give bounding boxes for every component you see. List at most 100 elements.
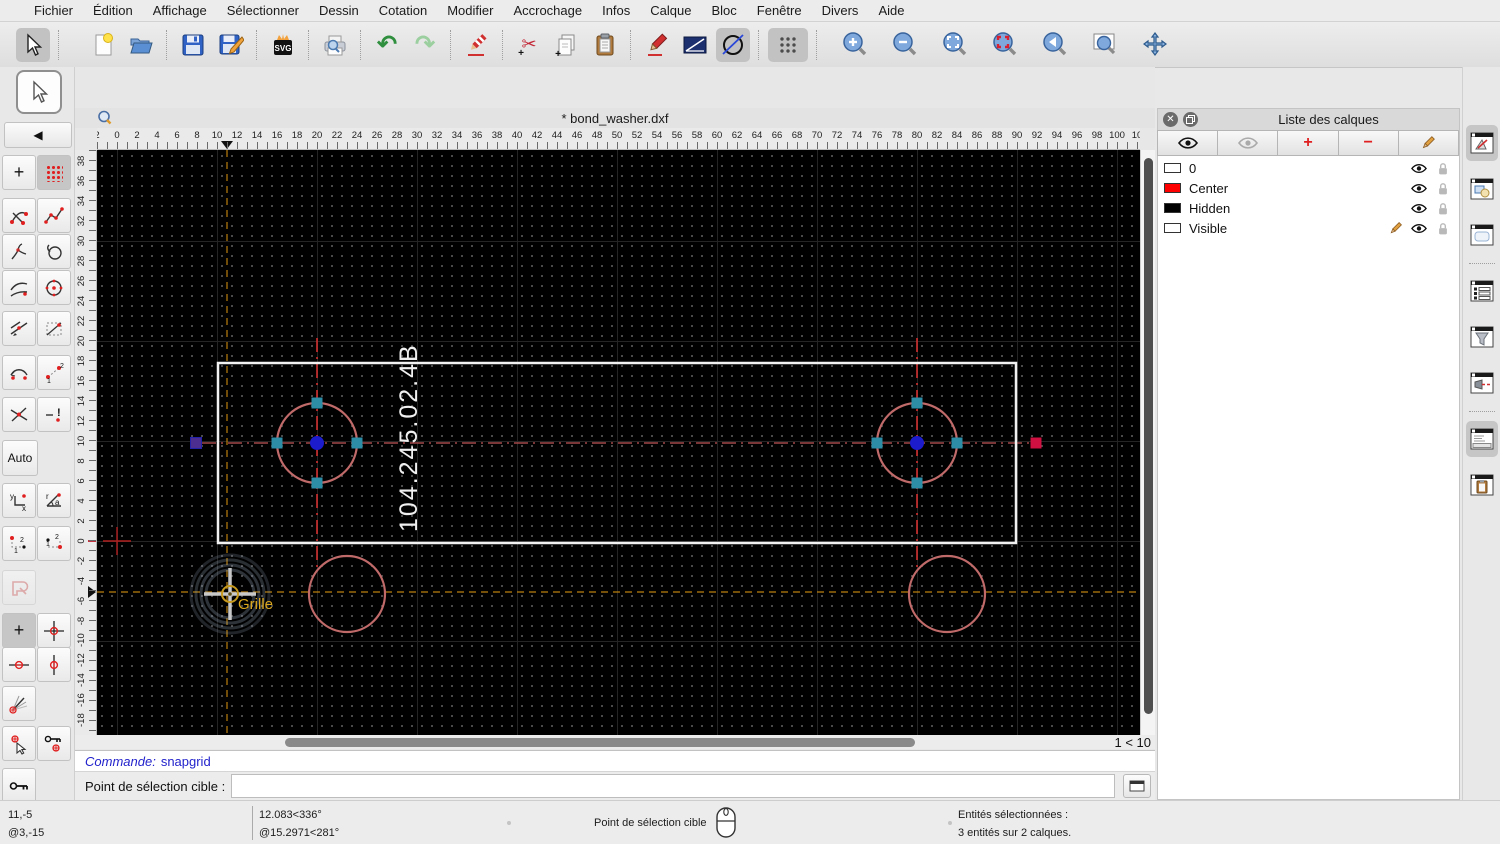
layer-row-center[interactable]: Center [1158,178,1459,198]
select-arrow-button[interactable] [16,27,50,62]
edit-layer-button[interactable] [1397,130,1460,156]
command-window-toggle-button[interactable] [1123,774,1151,798]
menu-dessin[interactable]: Dessin [309,0,369,22]
snap-on-entity-button[interactable] [37,198,71,233]
lock-relative-zero-button[interactable] [37,726,71,761]
layer-visible-icon[interactable] [1411,183,1427,194]
layer-row-visible[interactable]: Visible [1158,218,1459,238]
horizontal-scrollbar[interactable]: 1 < 10 [75,735,1155,750]
select-tool-button[interactable] [16,70,62,114]
print-preview-button[interactable] [318,28,352,62]
entity-list-dock-button[interactable] [1466,273,1498,309]
copy-button[interactable]: + [550,28,584,62]
save-button[interactable] [176,28,210,62]
menu-accrochage[interactable]: Accrochage [503,0,592,22]
back-button[interactable]: ◀ [4,122,72,148]
center-handle-left[interactable] [310,436,324,450]
open-file-button[interactable] [124,28,158,62]
menu-infos[interactable]: Infos [592,0,640,22]
redo-button[interactable]: ↷ [408,28,442,62]
point-order-2-button[interactable]: 12 [37,526,71,561]
restrict-vertical-button[interactable] [37,647,71,682]
layer-row-0[interactable]: 0 [1158,158,1459,178]
grid-toggle-button[interactable] [768,27,808,62]
restrict-free-button[interactable]: + [2,613,36,648]
centerline-endpoint-handle-left[interactable] [190,437,202,449]
zoom-auto-button[interactable] [938,28,972,62]
draw-pen-button[interactable] [640,28,674,62]
menu-fenetre[interactable]: Fenêtre [747,0,812,22]
menu-modifier[interactable]: Modifier [437,0,503,22]
line-tool-button[interactable] [678,28,712,62]
undo-button[interactable]: ↶ [370,28,404,62]
layer-lock-icon[interactable] [1436,181,1450,196]
restrict-horizontal-button[interactable] [2,647,36,682]
export-svg-button[interactable]: SVG [266,28,300,62]
layer-lock-icon[interactable] [1436,161,1450,176]
layer-visible-icon[interactable] [1411,203,1427,214]
layer-visible-icon[interactable] [1411,223,1427,234]
menu-calque[interactable]: Calque [640,0,701,22]
clipboard-dock-button[interactable] [1466,467,1498,503]
pen-palette-dock-button[interactable] [1466,365,1498,401]
bottom-circle-right[interactable] [907,554,987,634]
layers-dock-button[interactable] [1466,125,1498,161]
remove-layer-button[interactable]: − [1337,130,1399,156]
snap-nearest-button[interactable] [2,234,36,269]
set-relative-zero-button[interactable] [37,613,71,648]
snap-auto-button[interactable] [2,355,36,390]
close-icon[interactable]: ✕ [1163,112,1178,127]
command-dock-button[interactable] [1466,421,1498,457]
delete-button[interactable] [460,28,494,62]
pick-relative-zero-button[interactable] [2,726,36,761]
snap-corner-button[interactable] [37,311,71,346]
point-order-1-button[interactable]: 12 [2,526,36,561]
filter-dock-button[interactable] [1466,319,1498,355]
menu-selectionner[interactable]: Sélectionner [217,0,309,22]
zoom-window-button[interactable] [1088,28,1122,62]
circle-tool-button[interactable] [716,27,750,62]
snap-free-button[interactable]: + [2,155,36,190]
restrict-nothing-button[interactable] [2,570,36,605]
paste-button[interactable] [588,28,622,62]
menu-aide[interactable]: Aide [868,0,914,22]
add-layer-button[interactable]: + [1277,130,1339,156]
zoom-in-button[interactable] [838,28,872,62]
snap-distance-button[interactable]: 12 [37,355,71,390]
blocks-dock-button[interactable] [1466,171,1498,207]
drawing-canvas[interactable]: 104.245.02.4B Grille [97,150,1140,735]
snap-tangent-button[interactable] [2,270,36,305]
bottom-circle-left[interactable] [307,554,387,634]
centerline-endpoint-handle-right[interactable] [1030,437,1042,449]
cut-button[interactable]: ✂ + [512,28,546,62]
layer-lock-icon[interactable] [1436,221,1450,236]
command-input[interactable] [231,774,1115,798]
hide-all-layers-button[interactable] [1217,130,1279,156]
snap-reference-button[interactable] [37,234,71,269]
unlock-relative-zero-button[interactable] [2,768,36,803]
menu-fichier[interactable]: Fichier [24,0,83,22]
vertical-scroll-thumb[interactable] [1144,158,1153,714]
snap-center-button[interactable] [37,270,71,305]
coordinate-polar-button[interactable]: ra [37,483,71,518]
center-handle-right[interactable] [910,436,924,450]
menu-cotation[interactable]: Cotation [369,0,437,22]
snap-endpoints-button[interactable] [2,198,36,233]
snap-angle-button[interactable] [2,686,36,721]
menu-edition[interactable]: Édition [83,0,143,22]
menu-bloc[interactable]: Bloc [701,0,746,22]
menu-divers[interactable]: Divers [812,0,869,22]
library-dock-button[interactable] [1466,217,1498,253]
plate-outline[interactable] [216,361,1018,545]
zoom-previous-button[interactable] [1038,28,1072,62]
layer-row-hidden[interactable]: Hidden [1158,198,1459,218]
snap-auto-mode-button[interactable]: Auto [2,440,38,476]
layer-visible-icon[interactable] [1411,163,1427,174]
zoom-selected-button[interactable] [988,28,1022,62]
layer-lock-icon[interactable] [1436,201,1450,216]
pan-button[interactable] [1138,28,1172,62]
show-all-layers-button[interactable] [1157,130,1219,156]
horizontal-scroll-thumb[interactable] [285,738,915,747]
new-document-button[interactable] [86,28,120,62]
zoom-out-button[interactable] [888,28,922,62]
